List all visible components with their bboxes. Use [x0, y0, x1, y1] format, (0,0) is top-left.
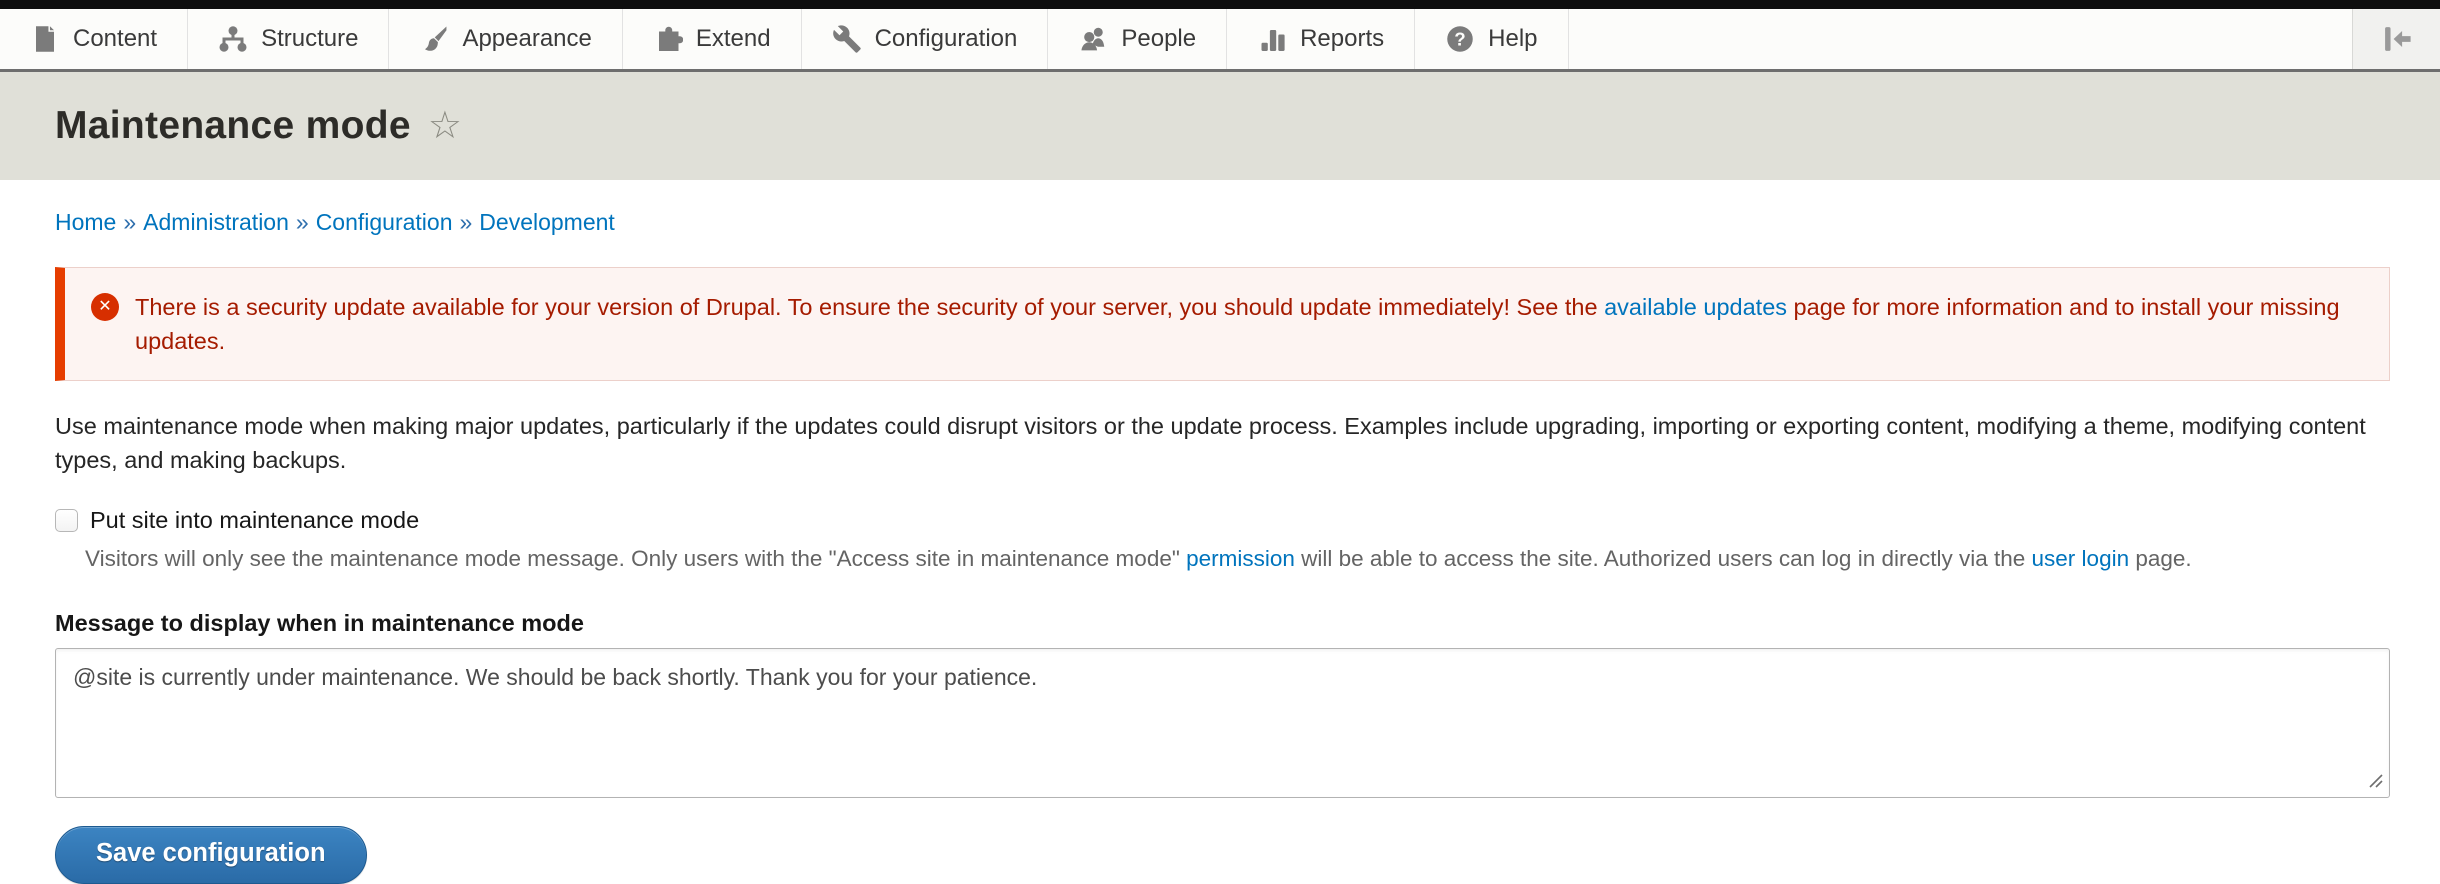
help-icon: ? [1445, 24, 1475, 54]
description-text-part: page. [2129, 546, 2192, 571]
page-header: Maintenance mode ☆ [0, 72, 2440, 180]
message-textarea-wrap: @site is currently under maintenance. We… [55, 648, 2390, 798]
breadcrumb-separator: » [460, 209, 473, 235]
puzzle-icon [653, 24, 683, 54]
toolbar-tab-people[interactable]: People [1048, 9, 1227, 69]
window-top-strip [0, 0, 2440, 9]
page-title: Maintenance mode [55, 104, 411, 148]
toolbar-tab-label: People [1121, 25, 1196, 53]
maintenance-mode-checkbox-label[interactable]: Put site into maintenance mode [90, 507, 419, 534]
barchart-icon [1257, 24, 1287, 54]
toolbar-collapse-button[interactable] [2352, 9, 2440, 69]
toolbar-tab-appearance[interactable]: Appearance [389, 9, 622, 69]
sitemap-icon [218, 24, 248, 54]
save-configuration-button[interactable]: Save configuration [55, 826, 367, 884]
textarea-resize-grippie[interactable] [2365, 770, 2387, 792]
maintenance-message-textarea[interactable]: @site is currently under maintenance. We… [55, 648, 2390, 798]
breadcrumb-link-home[interactable]: Home [55, 209, 116, 235]
toolbar-tab-extend[interactable]: Extend [623, 9, 802, 69]
toolbar-tab-configuration[interactable]: Configuration [802, 9, 1049, 69]
wrench-icon [832, 24, 862, 54]
breadcrumb-link-administration[interactable]: Administration [143, 209, 289, 235]
toolbar-tab-label: Reports [1300, 25, 1384, 53]
toolbar-tab-label: Configuration [875, 25, 1018, 53]
paintbrush-icon [419, 24, 449, 54]
file-icon [30, 24, 60, 54]
breadcrumb-link-development[interactable]: Development [479, 209, 615, 235]
toolbar-tab-help[interactable]: ? Help [1415, 9, 1568, 69]
error-text-part: There is a security update available for… [135, 294, 1604, 320]
maintenance-mode-checkbox-row: Put site into maintenance mode [55, 507, 2390, 534]
available-updates-link[interactable]: available updates [1604, 294, 1787, 320]
toolbar-spacer [1569, 9, 2353, 69]
user-login-link[interactable]: user login [2032, 546, 2130, 571]
main-content: Home»Administration»Configuration»Develo… [0, 209, 2440, 884]
description-text-part: Visitors will only see the maintenance m… [85, 546, 1186, 571]
toolbar-tab-label: Extend [696, 25, 771, 53]
collapse-left-icon [2380, 22, 2414, 56]
maintenance-mode-description: Visitors will only see the maintenance m… [85, 543, 2390, 574]
toolbar-tab-reports[interactable]: Reports [1227, 9, 1415, 69]
maintenance-mode-intro-text: Use maintenance mode when making major u… [55, 409, 2390, 477]
favorite-star-icon[interactable]: ☆ [428, 107, 462, 145]
description-text-part: will be able to access the site. Authori… [1295, 546, 2032, 571]
breadcrumb-separator: » [123, 209, 136, 235]
toolbar-tab-label: Help [1488, 25, 1537, 53]
resize-handle-icon [2365, 770, 2387, 792]
error-x-icon: ✕ [91, 293, 119, 321]
toolbar-tab-label: Structure [261, 25, 358, 53]
permission-link[interactable]: permission [1186, 546, 1295, 571]
breadcrumb: Home»Administration»Configuration»Develo… [55, 209, 2390, 236]
breadcrumb-link-configuration[interactable]: Configuration [316, 209, 453, 235]
toolbar-tab-structure[interactable]: Structure [188, 9, 389, 69]
toolbar-tab-content[interactable]: Content [0, 9, 188, 69]
maintenance-mode-checkbox[interactable] [55, 509, 78, 532]
message-field-label: Message to display when in maintenance m… [55, 610, 2390, 637]
toolbar-tab-label: Appearance [462, 25, 591, 53]
error-message-text: There is a security update available for… [135, 290, 2363, 358]
svg-text:?: ? [1454, 28, 1465, 49]
toolbar-tab-label: Content [73, 25, 157, 53]
people-icon [1078, 24, 1108, 54]
breadcrumb-separator: » [296, 209, 309, 235]
security-update-error-message: ✕ There is a security update available f… [55, 267, 2390, 381]
admin-toolbar: Content Structure Appearance Extend Conf… [0, 9, 2440, 72]
